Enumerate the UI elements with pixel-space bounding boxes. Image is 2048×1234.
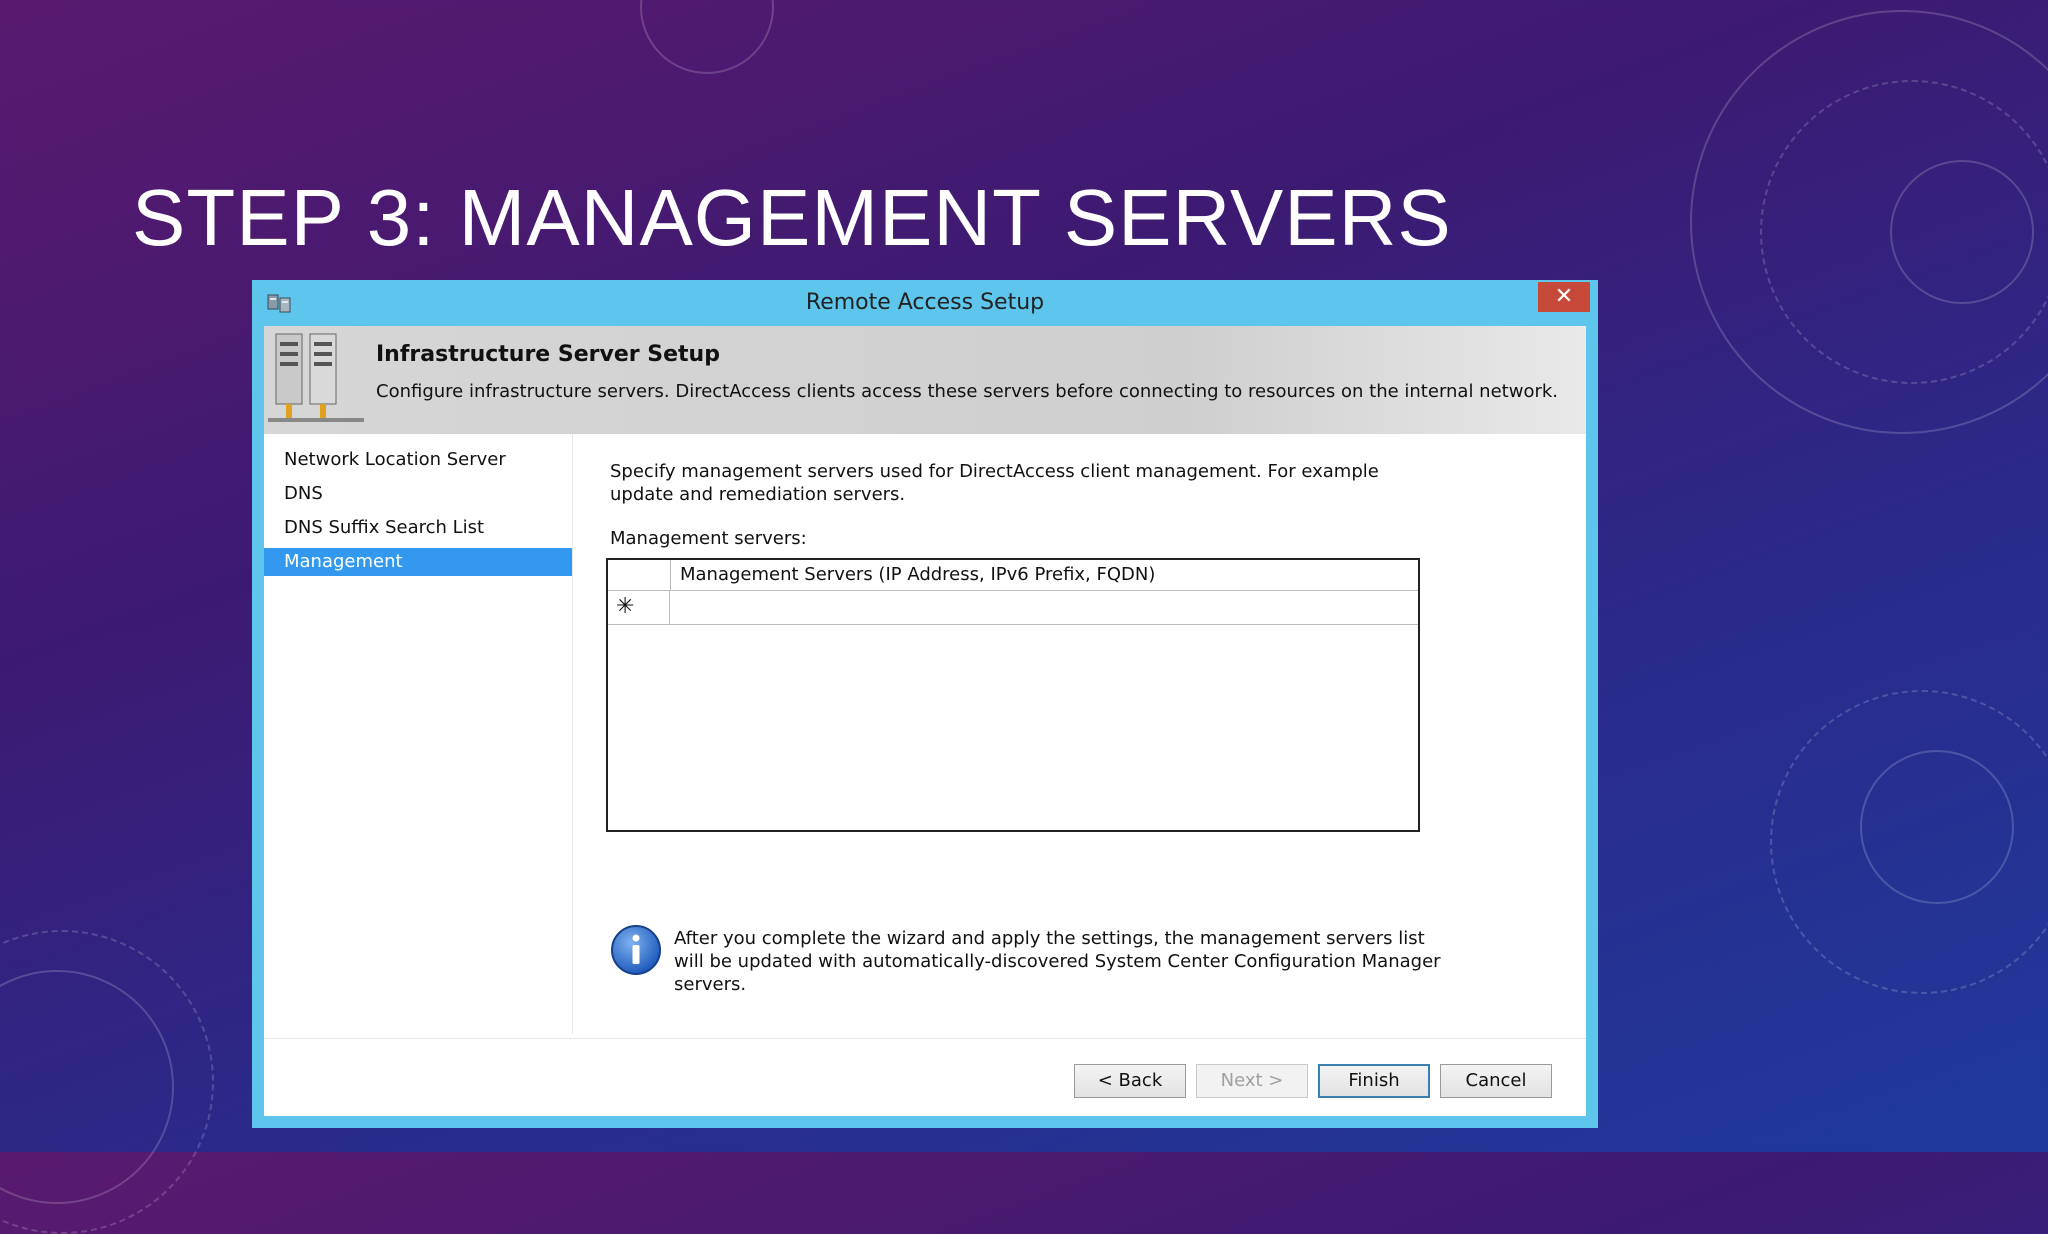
slide-title: STEP 3: MANAGEMENT SERVERS	[132, 173, 1452, 262]
window-title: Remote Access Setup	[805, 290, 1045, 315]
grid-corner-cell	[608, 560, 671, 590]
wizard-banner: Infrastructure Server Setup Configure in…	[264, 326, 1586, 434]
back-button[interactable]: < Back	[1074, 1064, 1186, 1098]
close-button[interactable]: ✕	[1538, 282, 1590, 312]
next-button[interactable]: Next >	[1196, 1064, 1308, 1098]
page-description: Specify management servers used for Dire…	[610, 461, 1379, 505]
remote-access-setup-window: Remote Access Setup ✕ Infrastructure Ser…	[252, 280, 1598, 1128]
cancel-button[interactable]: Cancel	[1440, 1064, 1552, 1098]
grid-header-row: Management Servers (IP Address, IPv6 Pre…	[608, 560, 1418, 591]
info-icon	[611, 925, 661, 975]
decorative-ring	[1860, 750, 2014, 904]
nav-item-dns[interactable]: DNS	[264, 480, 572, 508]
nav-item-dns-suffix-search-list[interactable]: DNS Suffix Search List	[264, 514, 572, 542]
management-servers-grid: Management Servers (IP Address, IPv6 Pre…	[606, 558, 1420, 832]
nav-item-management[interactable]: Management	[264, 548, 572, 576]
decorative-ring	[0, 930, 214, 1234]
servers-icon	[268, 333, 364, 422]
wizard-client-area: Infrastructure Server Setup Configure in…	[264, 326, 1586, 1116]
decorative-ring	[1890, 160, 2034, 304]
wizard-step-navigation: Network Location Server DNS DNS Suffix S…	[264, 434, 573, 1034]
nav-item-network-location-server[interactable]: Network Location Server	[264, 446, 572, 474]
new-row-asterisk-icon: ✳	[608, 590, 670, 624]
decorative-ring	[640, 0, 774, 74]
management-servers-label: Management servers:	[610, 528, 807, 549]
banner-description: Configure infrastructure servers. Direct…	[376, 381, 1559, 402]
grid-column-header[interactable]: Management Servers (IP Address, IPv6 Pre…	[680, 560, 1155, 590]
window-titlebar[interactable]: Remote Access Setup ✕	[252, 280, 1598, 326]
info-message: After you complete the wizard and apply …	[674, 928, 1441, 995]
close-icon: ✕	[1554, 284, 1574, 309]
management-server-entry-input[interactable]	[672, 591, 1416, 623]
grid-new-row[interactable]: ✳	[608, 590, 1418, 625]
footer-separator	[264, 1038, 1586, 1039]
banner-title: Infrastructure Server Setup	[376, 342, 720, 367]
finish-button[interactable]: Finish	[1318, 1064, 1430, 1098]
